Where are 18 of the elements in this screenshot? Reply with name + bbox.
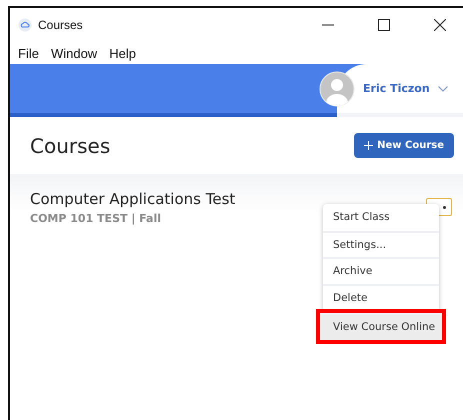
- menu-option[interactable]: Archive: [323, 257, 439, 284]
- page-title: Courses: [30, 134, 110, 158]
- menu-item[interactable]: Help: [109, 46, 136, 60]
- menu-option[interactable]: Start Class: [323, 204, 439, 230]
- course-subtitle: COMP 101 TEST | Fall: [30, 212, 162, 225]
- close-icon: [434, 19, 446, 31]
- window-title: Courses: [38, 18, 84, 32]
- chevron-down-icon[interactable]: [438, 86, 448, 92]
- dot-icon: [443, 206, 446, 208]
- course-title[interactable]: Computer Applications Test: [30, 190, 236, 208]
- new-course-button[interactable]: New Course: [354, 133, 454, 158]
- menu-item[interactable]: Window: [50, 46, 98, 60]
- plus-icon: [364, 141, 374, 150]
- user-name[interactable]: Eric Ticzon: [363, 82, 430, 95]
- cloud-icon: [18, 18, 32, 32]
- menu-option[interactable]: Settings...: [323, 230, 439, 257]
- menu-item[interactable]: File: [18, 46, 39, 60]
- maximize-icon: [378, 19, 390, 31]
